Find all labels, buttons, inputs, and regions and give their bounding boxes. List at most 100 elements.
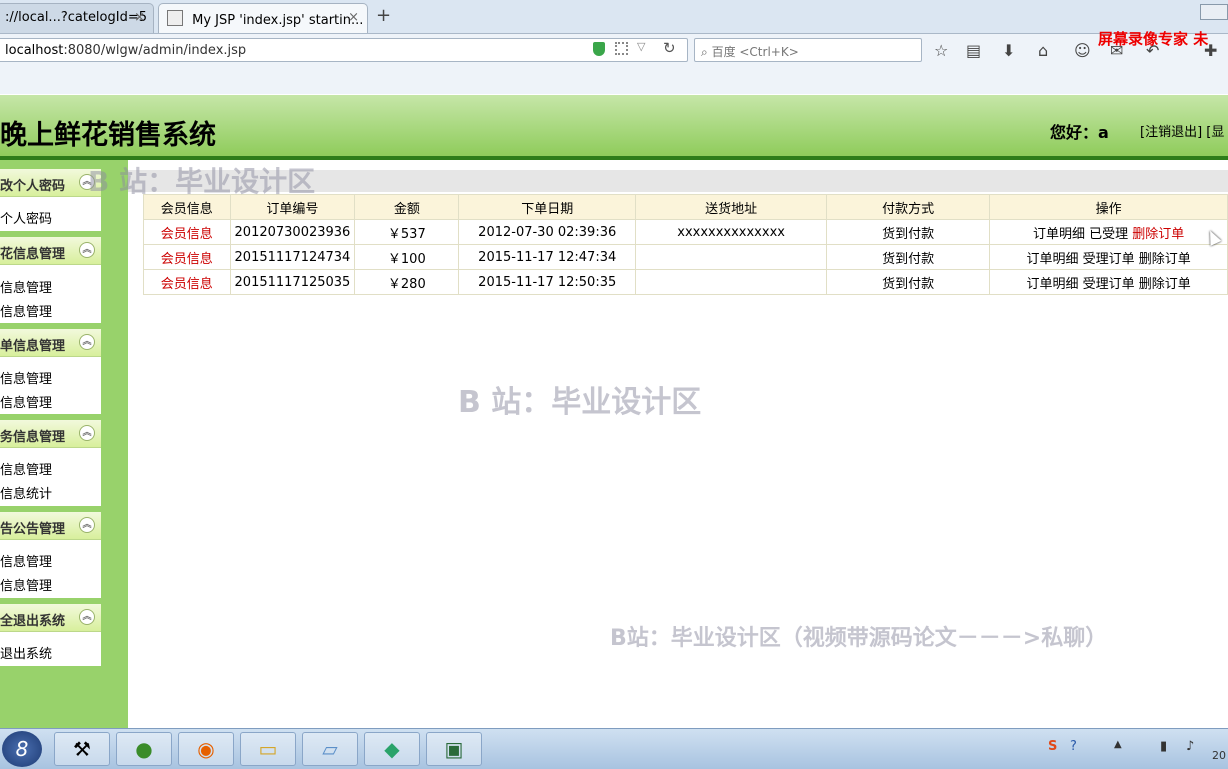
accept-order-link[interactable]: 受理订单 [1083,252,1135,267]
member-info-link[interactable]: 会员信息 [143,269,231,295]
browser-tab-2[interactable]: My JSP 'index.jsp' startin... × [158,3,368,33]
collapse-icon[interactable]: ︽ [79,517,95,533]
recorder-watermark: 屏幕录像专家 未 [1098,30,1209,48]
url-bar[interactable]: localhost:8080/wlgw/admin/index.jsp ▽ ↻ [0,38,688,62]
page-icon [167,10,183,26]
taskbar-app-notepad-icon[interactable]: ▱ [302,732,358,766]
sidebar-section-flowers[interactable]: 花信息管理 ︽ [0,237,101,265]
table-row: 会员信息 20151117124734 ￥100 2015-11-17 12:4… [143,244,1228,270]
sidebar-section-business[interactable]: 务信息管理 ︽ [0,420,101,448]
help-icon[interactable]: ? [1070,739,1077,754]
orders-table: 会员信息 订单编号 金额 下单日期 送货地址 付款方式 操作 会员信息 2012… [143,194,1228,295]
sidebar-item[interactable]: 信息管理 [0,392,52,411]
user-greeting: 您好：a [1050,123,1109,142]
order-amount: ￥100 [354,244,460,270]
operations-cell: 订单明细 受理订单 删除订单 [989,269,1228,295]
column-header: 付款方式 [826,194,991,220]
tab-title: My JSP 'index.jsp' startin... [192,13,364,28]
sidebar-item[interactable]: 信息管理 [0,277,52,296]
logout-link[interactable]: [注销退出] [显 [1140,121,1224,140]
tab-title: ://local...?catelogId=5 [5,10,148,25]
order-detail-link[interactable]: 订单明细 [1026,252,1078,267]
download-icon[interactable]: ⬇ [1002,41,1015,60]
network-icon[interactable]: ▮ [1160,739,1167,754]
delete-order-link[interactable]: 删除订单 [1132,227,1184,242]
collapse-icon[interactable]: ︽ [79,242,95,258]
sidebar-section-body: 信息管理 信息管理 [0,540,101,598]
clock[interactable]: 20 [1212,749,1226,762]
order-number: 20151117124734 [229,244,356,270]
delivery-address [635,269,828,295]
sidebar-item[interactable]: 退出系统 [0,643,52,662]
collapse-icon[interactable]: ︽ [79,334,95,350]
tray-arrow-icon[interactable]: ▲ [1114,739,1122,750]
member-info-link[interactable]: 会员信息 [143,219,231,245]
chat-icon[interactable]: ☺ [1074,41,1091,60]
close-icon[interactable]: × [348,10,359,25]
watermark-text: B站：毕业设计区（视频带源码论文－－－>私聊） [610,626,1108,651]
delete-order-link[interactable]: 删除订单 [1139,277,1191,292]
payment-method: 货到付款 [826,269,991,295]
accept-order-link[interactable]: 受理订单 [1083,277,1135,292]
sidebar-section-notices[interactable]: 告公告管理 ︽ [0,512,101,540]
bookmark-star-icon[interactable]: ☆ [934,41,948,60]
qr-code-icon[interactable] [615,42,628,55]
sidebar-section-password[interactable]: 改个人密码 ︽ [0,169,101,197]
window-control-button[interactable] [1200,4,1228,20]
payment-method: 货到付款 [826,219,991,245]
order-amount: ￥537 [354,219,460,245]
order-date: 2015-11-17 12:47:34 [458,244,637,270]
sidebar-section-orders[interactable]: 单信息管理 ︽ [0,329,101,357]
column-header: 送货地址 [635,194,828,220]
column-header: 操作 [989,194,1228,220]
sidebar-item[interactable]: 信息管理 [0,575,52,594]
volume-icon[interactable]: ♪ [1186,739,1194,754]
reading-list-icon[interactable]: ▤ [966,41,981,60]
order-number: 20120730023936 [229,219,356,245]
collapse-icon[interactable]: ︽ [79,425,95,441]
column-header: 下单日期 [458,194,637,220]
payment-method: 货到付款 [826,244,991,270]
sidebar-section-body: 信息管理 信息统计 [0,448,101,506]
sidebar-item[interactable]: 信息管理 [0,368,52,387]
dropdown-arrow-icon[interactable]: ▽ [637,40,645,53]
sidebar-section-body: 退出系统 [0,632,101,666]
sidebar-item[interactable]: 信息管理 [0,459,52,478]
new-tab-button[interactable]: + [376,5,391,26]
order-detail-link[interactable]: 订单明细 [1026,277,1078,292]
sidebar-item[interactable]: 信息管理 [0,301,52,320]
delete-order-link[interactable]: 删除订单 [1139,252,1191,267]
sidebar-item[interactable]: 信息统计 [0,483,52,502]
operations-cell: 订单明细 已受理 删除订单 [989,219,1228,245]
sidebar-item[interactable]: 个人密码 [0,208,52,227]
taskbar-app-leaf-icon[interactable]: ◆ [364,732,420,766]
ime-icon[interactable]: S [1048,739,1057,754]
order-date: 2012-07-30 02:39:36 [458,219,637,245]
sidebar-section-logout[interactable]: 全退出系统 ︽ [0,604,101,632]
taskbar-app-terminal-icon[interactable]: ▣ [426,732,482,766]
start-button[interactable]: 8 [2,731,42,767]
search-box[interactable]: ⌕ 百度 <Ctrl+K> [694,38,922,62]
taskbar-app-folder-icon[interactable]: ▭ [240,732,296,766]
close-icon[interactable]: × [134,10,145,25]
shield-icon [593,42,605,56]
url-host: localhost [5,43,64,58]
order-amount: ￥280 [354,269,460,295]
taskbar-app-tools-icon[interactable]: ⚒ [54,732,110,766]
app-title: 晚上鲜花销售系统 [0,120,216,151]
home-icon[interactable]: ⌂ [1038,41,1048,60]
taskbar-app-green-icon[interactable]: ● [116,732,172,766]
collapse-icon[interactable]: ︽ [79,609,95,625]
browser-tab-bar: ://local...?catelogId=5 × My JSP 'index.… [0,0,1228,34]
url-path: :8080/wlgw/admin/index.jsp [63,43,247,58]
reload-icon[interactable]: ↻ [663,39,676,57]
browser-tab-1[interactable]: ://local...?catelogId=5 × [0,3,154,33]
taskbar-app-firefox-icon[interactable]: ◉ [178,732,234,766]
order-date: 2015-11-17 12:50:35 [458,269,637,295]
member-info-link[interactable]: 会员信息 [143,244,231,270]
delivery-address: xxxxxxxxxxxxxx [635,219,828,245]
sidebar-item[interactable]: 信息管理 [0,551,52,570]
order-detail-link[interactable]: 订单明细 [1033,227,1085,242]
sidebar-section-body: 信息管理 信息管理 [0,265,101,323]
operations-cell: 订单明细 受理订单 删除订单 [989,244,1228,270]
